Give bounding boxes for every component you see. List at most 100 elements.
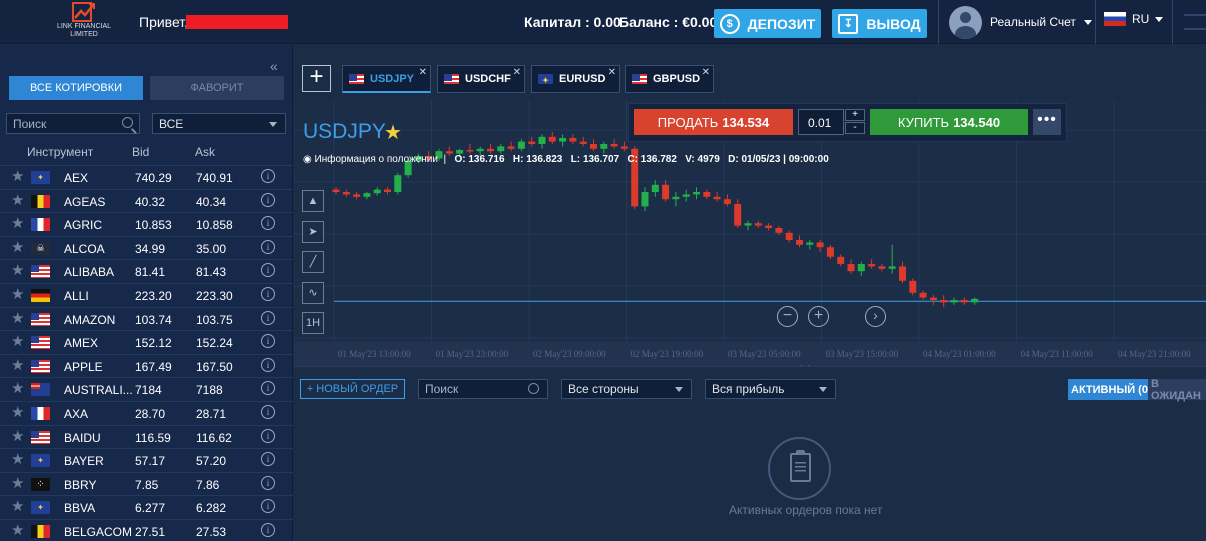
sell-button[interactable]: ПРОДАТЬ 134.534 (634, 109, 793, 135)
info-icon[interactable]: i (261, 216, 275, 231)
candle (796, 235, 803, 248)
info-icon[interactable]: i (261, 357, 275, 372)
table-row[interactable]: ★ AGRIC 10.853 10.858 i (0, 212, 293, 236)
info-icon[interactable]: i (261, 522, 275, 537)
star-icon[interactable]: ★ (11, 287, 24, 302)
star-icon[interactable]: ★ (11, 523, 24, 538)
column-header-instrument[interactable]: Инструмент (27, 145, 93, 159)
chart-type-tool[interactable]: ▲ (302, 190, 324, 212)
table-row[interactable]: ★ AGEAS 40.32 40.34 i (0, 188, 293, 213)
info-icon[interactable]: i (261, 428, 275, 443)
star-icon[interactable]: ★ (11, 452, 24, 467)
lot-size-input[interactable]: 0.01 (798, 109, 844, 135)
info-icon[interactable]: i (261, 452, 275, 467)
logo[interactable]: LINK FINANCIAL LIMITED (52, 1, 116, 45)
instrument-name: AGRIC (64, 218, 103, 233)
close-icon[interactable]: ✕ (419, 67, 427, 78)
tab-eurusd[interactable]: EURUSD ✕ (531, 65, 620, 93)
table-row[interactable]: ★ AXA 28.70 28.71 i (0, 400, 293, 425)
info-icon[interactable]: i (261, 499, 275, 514)
eye-icon[interactable]: ◉ (303, 154, 312, 165)
new-order-button[interactable]: + НОВЫЙ ОРДЕР (300, 379, 405, 399)
deposit-button[interactable]: $ ДЕПОЗИТ (714, 9, 821, 38)
filter-select[interactable]: ВСЕ (152, 113, 286, 134)
info-icon[interactable]: i (261, 310, 275, 325)
star-icon[interactable]: ★ (11, 216, 24, 231)
column-header-bid[interactable]: Bid (132, 145, 149, 159)
close-icon[interactable]: ✕ (702, 67, 710, 78)
star-icon[interactable]: ★ (11, 499, 24, 514)
star-icon[interactable]: ★ (11, 405, 24, 420)
candle (672, 192, 680, 207)
close-icon[interactable]: ✕ (608, 67, 616, 78)
table-row[interactable]: ★ AMEX 152.12 152.24 i (0, 330, 293, 354)
info-icon[interactable]: i (261, 404, 275, 419)
info-icon[interactable]: i (261, 381, 275, 396)
tab-pending-orders[interactable]: В ОЖИДАН (1148, 378, 1206, 402)
star-icon[interactable]: ★ (11, 169, 24, 184)
tab-usdchf[interactable]: USDCHF ✕ (437, 65, 525, 93)
star-icon[interactable]: ★ (11, 476, 24, 491)
table-row[interactable]: ★ APPLE 167.49 167.50 i (0, 353, 293, 378)
star-icon[interactable]: ★ (11, 334, 24, 349)
lot-decrease-button[interactable]: - (845, 122, 865, 134)
info-icon[interactable]: i (261, 334, 275, 349)
tab-gbpusd[interactable]: GBPUSD ✕ (625, 65, 714, 93)
language-selector[interactable]: RU (1104, 12, 1164, 26)
orders-search-input[interactable]: Поиск (418, 379, 548, 399)
favorite-star-icon[interactable]: ★ (384, 120, 402, 145)
header-divider (1172, 0, 1173, 44)
candle (744, 220, 752, 231)
tab-all-quotes[interactable]: ВСЕ КОТИРОВКИ (9, 76, 143, 100)
candle (538, 134, 546, 149)
bid-value: 103.74 (135, 312, 172, 327)
info-icon[interactable]: i (261, 263, 275, 278)
tab-active-orders[interactable]: АКТИВНЫЙ (0) (1068, 379, 1155, 400)
side-filter-select[interactable]: Все стороны (561, 379, 692, 399)
info-icon[interactable]: i (261, 475, 275, 490)
more-options-button[interactable]: ••• (1033, 109, 1061, 135)
star-icon[interactable]: ★ (11, 263, 24, 278)
collapse-sidebar-icon[interactable]: « (270, 58, 278, 74)
timeframe-tool[interactable]: 1H (302, 312, 324, 334)
search-input[interactable]: Поиск (6, 113, 140, 134)
scroll-right-button[interactable]: › (865, 306, 886, 327)
column-header-ask[interactable]: Ask (195, 145, 215, 159)
star-icon[interactable]: ★ (11, 429, 24, 444)
table-row[interactable]: ★ ALLI 223.20 223.30 i (0, 282, 293, 307)
cursor-tool[interactable]: ➤ (302, 221, 324, 243)
trendline-tool[interactable]: ╱ (302, 251, 324, 273)
tab-usdjpy[interactable]: USDJPY ✕ (342, 65, 431, 93)
tab-favorites[interactable]: ФАВОРИТ (150, 76, 284, 100)
table-row[interactable]: ★ ☠ ALCOA 34.99 35.00 i (0, 235, 293, 260)
star-icon[interactable]: ★ (11, 311, 24, 326)
info-icon[interactable]: i (261, 192, 275, 207)
table-row[interactable]: ★ ALIBABA 81.41 81.43 i (0, 259, 293, 283)
indicator-tool[interactable]: ∿ (302, 282, 324, 304)
info-icon[interactable]: i (261, 169, 275, 183)
menu-icon[interactable] (1184, 14, 1206, 30)
table-row[interactable]: ★ BAYER 57.17 57.20 i (0, 448, 293, 472)
table-row[interactable]: ★ BAIDU 116.59 116.62 i (0, 424, 293, 449)
star-icon[interactable]: ★ (11, 381, 24, 396)
zoom-in-button[interactable]: + (808, 306, 829, 327)
table-row[interactable]: ★ AMAZON 103.74 103.75 i (0, 306, 293, 331)
star-icon[interactable]: ★ (11, 358, 24, 373)
zoom-out-button[interactable]: − (777, 306, 798, 327)
close-icon[interactable]: ✕ (513, 67, 521, 78)
star-icon[interactable]: ★ (11, 193, 24, 208)
profit-filter-select[interactable]: Вся прибыль (705, 379, 836, 399)
table-row[interactable]: ★ BELGACOM 27.51 27.53 i (0, 518, 293, 541)
withdraw-button[interactable]: ↧ ВЫВОД (832, 9, 927, 38)
info-icon[interactable]: i (261, 286, 275, 301)
table-row[interactable]: ★ BBRY 7.85 7.86 i (0, 471, 293, 496)
lot-increase-button[interactable]: + (845, 109, 865, 121)
table-row[interactable]: ★ BBVA 6.277 6.282 i (0, 495, 293, 519)
info-icon[interactable]: i (261, 239, 275, 254)
star-icon[interactable]: ★ (11, 240, 24, 255)
table-row[interactable]: ★ AEX 740.29 740.91 i (0, 165, 293, 189)
table-row[interactable]: ★ AUSTRALI... 7184 7188 i (0, 377, 293, 401)
account-menu[interactable]: Реальный Счет (949, 5, 1092, 39)
add-pair-button[interactable]: + (302, 65, 331, 92)
buy-button[interactable]: КУПИТЬ 134.540 (870, 109, 1028, 135)
